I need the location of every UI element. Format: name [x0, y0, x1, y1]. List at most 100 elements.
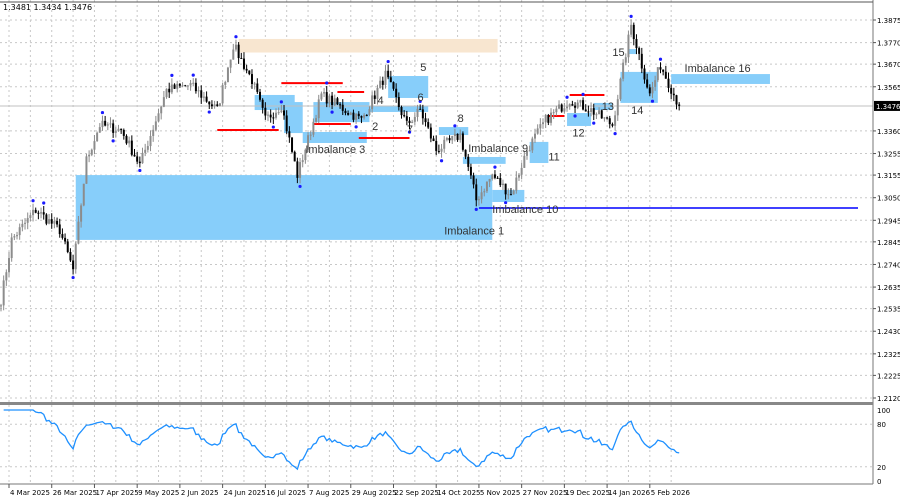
price-bar-body	[675, 95, 678, 105]
price-bar-body	[280, 110, 283, 113]
price-bar-body	[200, 90, 203, 98]
price-bar-body	[360, 116, 363, 118]
price-bar-body	[654, 80, 657, 87]
fractal-down-marker	[298, 184, 302, 189]
price-bar-body	[547, 114, 550, 123]
fractal-up-marker	[453, 124, 457, 128]
x-tick-label: 7 Aug 2025	[309, 489, 349, 497]
price-bar-body	[309, 134, 312, 136]
price-bar-body	[40, 212, 43, 214]
fractal-up-marker	[234, 35, 238, 39]
price-bar-body	[365, 114, 368, 116]
price-bar-body	[528, 150, 531, 152]
price-bar-body	[389, 77, 392, 83]
price-bar-body	[218, 103, 221, 106]
zone-label: 14	[631, 105, 643, 117]
y-tick-label: 1.2740	[877, 261, 900, 269]
price-bar-body	[10, 237, 13, 259]
fractal-up-marker	[279, 100, 283, 104]
price-bar-body	[341, 104, 344, 111]
price-bar-body	[77, 221, 80, 244]
price-bar-body	[13, 236, 16, 238]
price-bar-body	[432, 138, 435, 141]
price-bar-body	[138, 161, 141, 164]
price-bar-body	[477, 199, 480, 201]
price-bar-body	[130, 140, 133, 155]
price-bar-body	[507, 194, 510, 196]
imbalance-zone	[462, 156, 506, 164]
price-bar-body	[248, 70, 251, 75]
price-bar-body	[253, 83, 256, 85]
price-bar-body	[574, 105, 577, 108]
price-bar-body	[584, 109, 587, 112]
price-bar-body	[152, 129, 155, 136]
price-bar-body	[229, 59, 232, 68]
price-bar-body	[331, 95, 334, 106]
y-tick-label: 1.3670	[877, 61, 900, 69]
price-bar-body	[373, 95, 376, 99]
price-bar-body	[440, 148, 443, 152]
zone-label: 13	[602, 101, 614, 113]
price-bar-body	[80, 205, 83, 222]
price-chart[interactable]: Imbalance 1 2 Imbalance 3 4 5 6 7 8 Imbalance 9 I…	[0, 0, 900, 500]
zone-label: 8	[458, 113, 464, 125]
price-bar-body	[58, 224, 61, 235]
price-bar-body	[224, 82, 227, 85]
price-bar-body	[74, 243, 77, 270]
fractal-down-marker	[650, 99, 655, 103]
price-bar-body	[136, 156, 139, 162]
price-bar-body	[66, 241, 69, 253]
y-tick-label: 1.3770	[877, 40, 900, 48]
price-bar-body	[347, 113, 350, 115]
price-bar-body	[328, 95, 331, 104]
price-bar-body	[493, 174, 496, 178]
price-bar-body	[531, 138, 534, 151]
zone-label: Imbalance 9	[468, 143, 528, 155]
fractal-up-marker	[493, 165, 497, 169]
price-bar-body	[184, 85, 187, 87]
price-bar-body	[283, 110, 286, 116]
price-bar-body	[165, 88, 168, 98]
zone-label: Imbalance 1	[444, 225, 504, 237]
x-tick-label: 14 Oct 2025	[437, 489, 480, 497]
fractal-down-marker	[613, 132, 617, 136]
price-bar-body	[336, 98, 339, 105]
price-bar-body	[32, 209, 35, 216]
price-bar-body	[144, 149, 147, 153]
x-tick-label: 5 Feb 2026	[651, 489, 691, 497]
price-bar-body	[616, 99, 619, 116]
x-tick-label: 5 Nov 2025	[480, 489, 520, 497]
price-bar-body	[232, 49, 235, 60]
fractal-down-marker	[330, 110, 334, 114]
price-bar-body	[552, 112, 555, 114]
price-bar-body	[288, 131, 291, 138]
fractal-down-marker	[271, 125, 275, 129]
price-bar-body	[301, 160, 304, 163]
price-bar-body	[656, 67, 659, 81]
price-bar-body	[291, 137, 294, 152]
price-bar-body	[472, 175, 475, 185]
fractal-down-marker	[592, 121, 596, 125]
price-bar-body	[619, 78, 622, 100]
price-bar-body	[69, 252, 72, 261]
fractal-up-marker	[658, 57, 663, 61]
price-bar-body	[408, 120, 411, 124]
price-bar-body	[141, 152, 144, 164]
price-bar-body	[26, 217, 29, 223]
panel-separator	[0, 402, 873, 405]
price-bar-body	[258, 91, 261, 100]
fractal-up-marker	[565, 95, 569, 99]
price-bar-body	[24, 222, 27, 224]
price-bar-body	[558, 104, 561, 109]
price-bar-body	[630, 24, 633, 35]
price-bar-body	[16, 235, 19, 237]
imbalance-zone	[671, 74, 770, 84]
price-bar-body	[18, 227, 21, 236]
price-bar-body	[451, 136, 454, 141]
price-bar-body	[517, 174, 520, 178]
price-bar-body	[672, 93, 675, 96]
y-tick-label: 1.2945	[877, 217, 900, 225]
price-bar-body	[352, 112, 355, 120]
x-tick-label: 19 Dec 2025	[565, 489, 610, 497]
fractal-up-marker	[386, 59, 390, 64]
